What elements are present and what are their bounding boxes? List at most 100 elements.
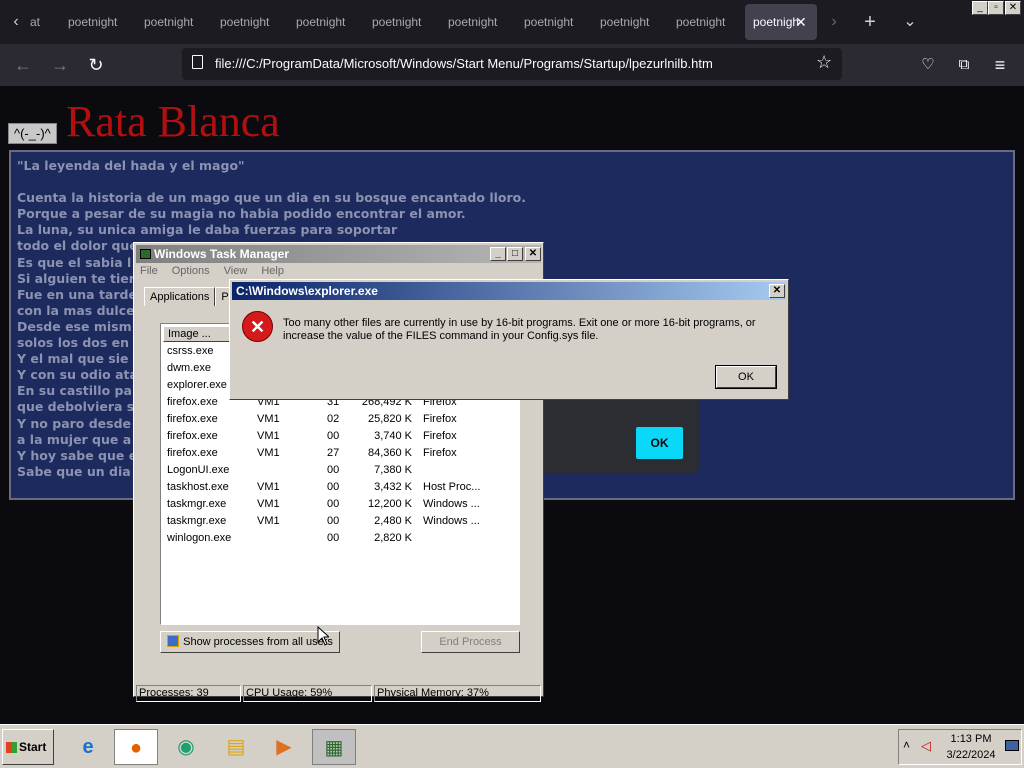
menu-icon[interactable]: ≡ [987, 53, 1013, 77]
process-user: VM1 [257, 498, 280, 510]
process-user: VM1 [257, 481, 280, 493]
process-user: VM1 [257, 413, 280, 425]
tab-scroll-left-icon[interactable]: ‹ [4, 8, 28, 36]
shield-icon [167, 635, 180, 647]
process-name: firefox.exe [167, 413, 218, 425]
menu-options[interactable]: Options [172, 265, 210, 277]
tab-bar: ‹ at poetnight poetnight poetnight poetn… [0, 0, 1024, 44]
restore-window-icon[interactable]: ▫ [988, 1, 1004, 15]
process-cpu: 00 [327, 498, 340, 510]
tab-scroll-right-icon[interactable]: › [822, 8, 846, 36]
pocket-icon[interactable]: ♡ [915, 53, 941, 77]
error-dialog-titlebar[interactable]: C:\Windows\explorer.exe ✕ [232, 282, 786, 300]
process-cpu: 02 [327, 413, 340, 425]
end-process-button[interactable]: End Process [421, 631, 520, 653]
show-all-label: Show processes from all users [183, 636, 333, 648]
process-memory: 7,380 K [374, 464, 412, 476]
process-name: firefox.exe [167, 396, 218, 408]
volume-muted-icon[interactable]: ◁ [921, 738, 931, 754]
status-memory: Physical Memory: 37% [374, 685, 541, 702]
task-manager-taskbar-icon[interactable]: ▦ [312, 729, 356, 765]
url-bar[interactable]: file:///C:/ProgramData/Microsoft/Windows… [182, 48, 842, 80]
menu-view[interactable]: View [224, 265, 248, 277]
process-user: VM1 [257, 447, 280, 459]
tab[interactable]: poetnight [68, 4, 117, 40]
reload-icon[interactable]: ↻ [83, 53, 109, 77]
process-cpu: 00 [327, 430, 340, 442]
tab[interactable]: poetnight [448, 4, 497, 40]
menu-help[interactable]: Help [261, 265, 284, 277]
active-tab[interactable]: poetnigh ✕ [745, 4, 817, 40]
clock-date[interactable]: 3/22/2024 [945, 749, 997, 761]
page-icon [192, 55, 203, 69]
error-dialog: C:\Windows\explorer.exe ✕ ✕ Too many oth… [229, 279, 789, 400]
menu-file[interactable]: File [140, 265, 158, 277]
maximize-icon[interactable]: □ [507, 247, 523, 261]
internet-explorer-icon[interactable]: e [66, 729, 110, 765]
ok-button[interactable]: OK [715, 365, 777, 389]
tab[interactable]: poetnight [676, 4, 725, 40]
process-name: taskmgr.exe [167, 498, 227, 510]
process-cpu: 00 [327, 515, 340, 527]
task-manager-tabs: Applications Pr [144, 287, 239, 306]
status-cpu: CPU Usage: 59% [243, 685, 372, 702]
process-name: firefox.exe [167, 447, 218, 459]
task-manager-title: Windows Task Manager [154, 247, 290, 261]
minimize-icon[interactable]: _ [490, 247, 506, 261]
tab-applications[interactable]: Applications [144, 287, 216, 306]
process-name: explorer.exe [167, 379, 227, 391]
task-manager-menu: File Options View Help [140, 265, 298, 277]
close-icon[interactable]: ✕ [525, 247, 541, 261]
back-icon[interactable]: ← [10, 53, 36, 77]
process-cpu: 00 [327, 464, 340, 476]
new-tab-icon[interactable]: + [858, 8, 882, 36]
close-window-icon[interactable]: ✕ [1005, 1, 1021, 15]
process-memory: 2,480 K [374, 515, 412, 527]
close-icon[interactable]: ✕ [769, 284, 785, 298]
show-hidden-icons-icon[interactable]: ˄ [903, 738, 910, 752]
process-name: firefox.exe [167, 430, 218, 442]
taskbar: Start e ● ◉ ▤ ▶ ▦ ˄ ◁ 1:13 PM 3/22/2024 [0, 724, 1024, 768]
clock-time[interactable]: 1:13 PM [945, 733, 997, 745]
tab[interactable]: poetnight [220, 4, 269, 40]
process-user: VM1 [257, 515, 280, 527]
start-button[interactable]: Start [2, 729, 54, 765]
close-tab-icon[interactable]: ✕ [795, 4, 807, 40]
tab[interactable]: poetnight [372, 4, 421, 40]
active-tab-label: poetnigh [753, 15, 800, 29]
emote-button[interactable]: ^(-_-)^ [8, 123, 57, 144]
edge-icon[interactable]: ◉ [164, 729, 208, 765]
firefox-icon[interactable]: ● [114, 729, 158, 765]
tab[interactable]: poetnight [600, 4, 649, 40]
process-memory: 25,820 K [367, 413, 412, 425]
folder-icon[interactable]: ▤ [214, 729, 258, 765]
process-memory: 3,740 K [374, 430, 412, 442]
forward-icon[interactable]: → [47, 53, 73, 77]
process-description: Firefox [423, 447, 457, 459]
modal-ok-button[interactable]: OK [636, 427, 683, 459]
url-text[interactable]: file:///C:/ProgramData/Microsoft/Windows… [215, 48, 713, 80]
process-name: dwm.exe [167, 362, 212, 374]
minimize-window-icon[interactable]: _ [972, 1, 988, 15]
process-memory: 12,200 K [367, 498, 412, 510]
process-name: LogonUI.exe [167, 464, 230, 476]
column-header-image[interactable]: Image ... [163, 326, 233, 342]
list-tabs-icon[interactable]: ⌄ [898, 8, 922, 36]
error-message-line-1: Too many other files are currently in us… [283, 317, 756, 329]
process-memory: 84,360 K [367, 447, 412, 459]
error-dialog-title: C:\Windows\explorer.exe [236, 284, 378, 298]
task-manager-titlebar[interactable]: Windows Task Manager _ □ ✕ [136, 245, 541, 263]
process-user: VM1 [257, 430, 280, 442]
tab[interactable]: poetnight [296, 4, 345, 40]
tab[interactable]: at [30, 4, 40, 40]
media-player-icon[interactable]: ▶ [262, 729, 306, 765]
system-tray: ˄ ◁ 1:13 PM 3/22/2024 [898, 729, 1022, 765]
bookmark-star-icon[interactable]: ☆ [816, 52, 832, 73]
tab[interactable]: poetnight [144, 4, 193, 40]
mouse-cursor-icon [317, 626, 329, 646]
show-all-processes-button[interactable]: Show processes from all users [160, 631, 340, 653]
process-cpu: 00 [327, 532, 340, 544]
tab[interactable]: poetnight [524, 4, 573, 40]
network-icon[interactable] [1005, 740, 1019, 751]
extensions-icon[interactable]: ⧉ [951, 53, 977, 77]
